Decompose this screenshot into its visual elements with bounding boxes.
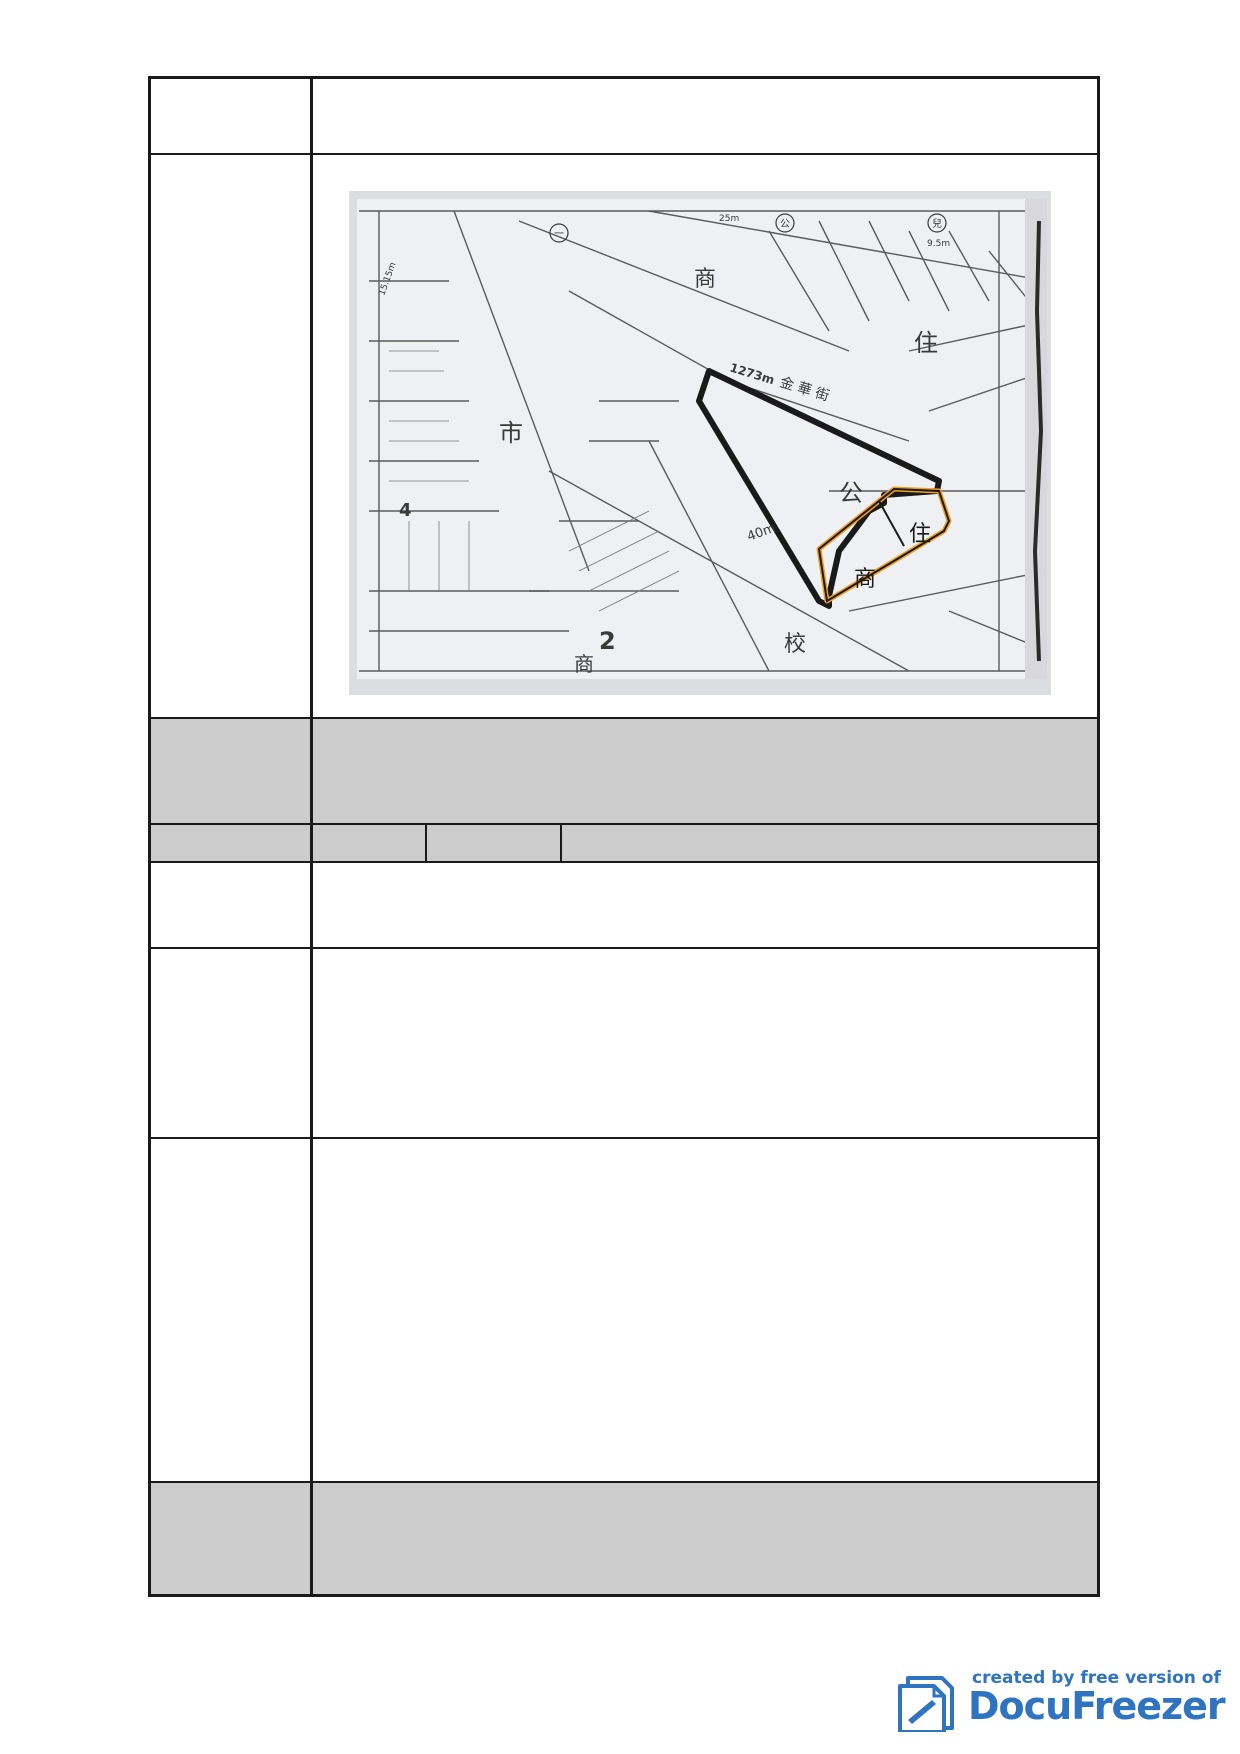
- map-road-width-top: 25m: [719, 214, 739, 224]
- map-road-width-top-right: 9.5m: [927, 239, 950, 249]
- row-1-label: [151, 79, 313, 153]
- map-circle-label-2: 公: [780, 219, 790, 230]
- row-8-value: [316, 1483, 1097, 1594]
- row-4-cell-2: [427, 825, 562, 861]
- map-zone-commercial-2: 商: [854, 567, 876, 592]
- row-1-value: [316, 79, 1097, 153]
- map-zone-school: 校: [784, 632, 806, 657]
- watermark-brand: DocuFreezer: [968, 1684, 1226, 1728]
- row-6-label: [151, 949, 313, 1137]
- row-7-label: [151, 1139, 313, 1481]
- map-zone-residential-2: 住: [909, 522, 931, 547]
- map-zone-commercial: 商: [694, 267, 716, 292]
- table-row-7: [151, 1139, 1097, 1483]
- table-row-5: [151, 863, 1097, 949]
- row-4-cell-3: [562, 825, 1097, 861]
- table-row-6: [151, 949, 1097, 1139]
- row-7-value: [316, 1139, 1097, 1481]
- land-info-table: 25m 9.5m 15.15m 1273m 金 華 街 40m 市 公 住 住 …: [148, 76, 1100, 1597]
- map-zone-park: 公: [839, 479, 863, 507]
- row-2-value: 25m 9.5m 15.15m 1273m 金 華 街 40m 市 公 住 住 …: [316, 155, 1097, 717]
- row-5-label: [151, 863, 313, 947]
- row-4-cell-1: [316, 825, 427, 861]
- row-6-value: [316, 949, 1097, 1137]
- table-row-4: [151, 825, 1097, 863]
- map-circle-label-1: 一: [554, 229, 564, 240]
- map-zone-commercial-3: 商: [574, 652, 594, 676]
- map-block-4: 4: [399, 500, 412, 521]
- row-3-value: [316, 719, 1097, 823]
- table-row-3: [151, 719, 1097, 825]
- docufreezer-logo-icon: [898, 1676, 954, 1732]
- docufreezer-watermark: created by free version of DocuFreezer: [894, 1668, 1226, 1734]
- map-circle-label-3: 兒: [932, 218, 942, 230]
- row-3-label: [151, 719, 313, 823]
- table-row-8: [151, 1483, 1097, 1594]
- row-5-value: [316, 863, 1097, 947]
- table-row-map: 25m 9.5m 15.15m 1273m 金 華 街 40m 市 公 住 住 …: [151, 155, 1097, 719]
- table-row-1: [151, 79, 1097, 155]
- map-zone-market: 市: [499, 419, 523, 447]
- cadastral-map-photo: 25m 9.5m 15.15m 1273m 金 華 街 40m 市 公 住 住 …: [349, 191, 1051, 695]
- map-zone-residential: 住: [914, 329, 938, 357]
- map-block-2: 2: [599, 627, 616, 655]
- row-8-label: [151, 1483, 313, 1594]
- row-4-label: [151, 825, 313, 861]
- row-2-label: [151, 155, 313, 717]
